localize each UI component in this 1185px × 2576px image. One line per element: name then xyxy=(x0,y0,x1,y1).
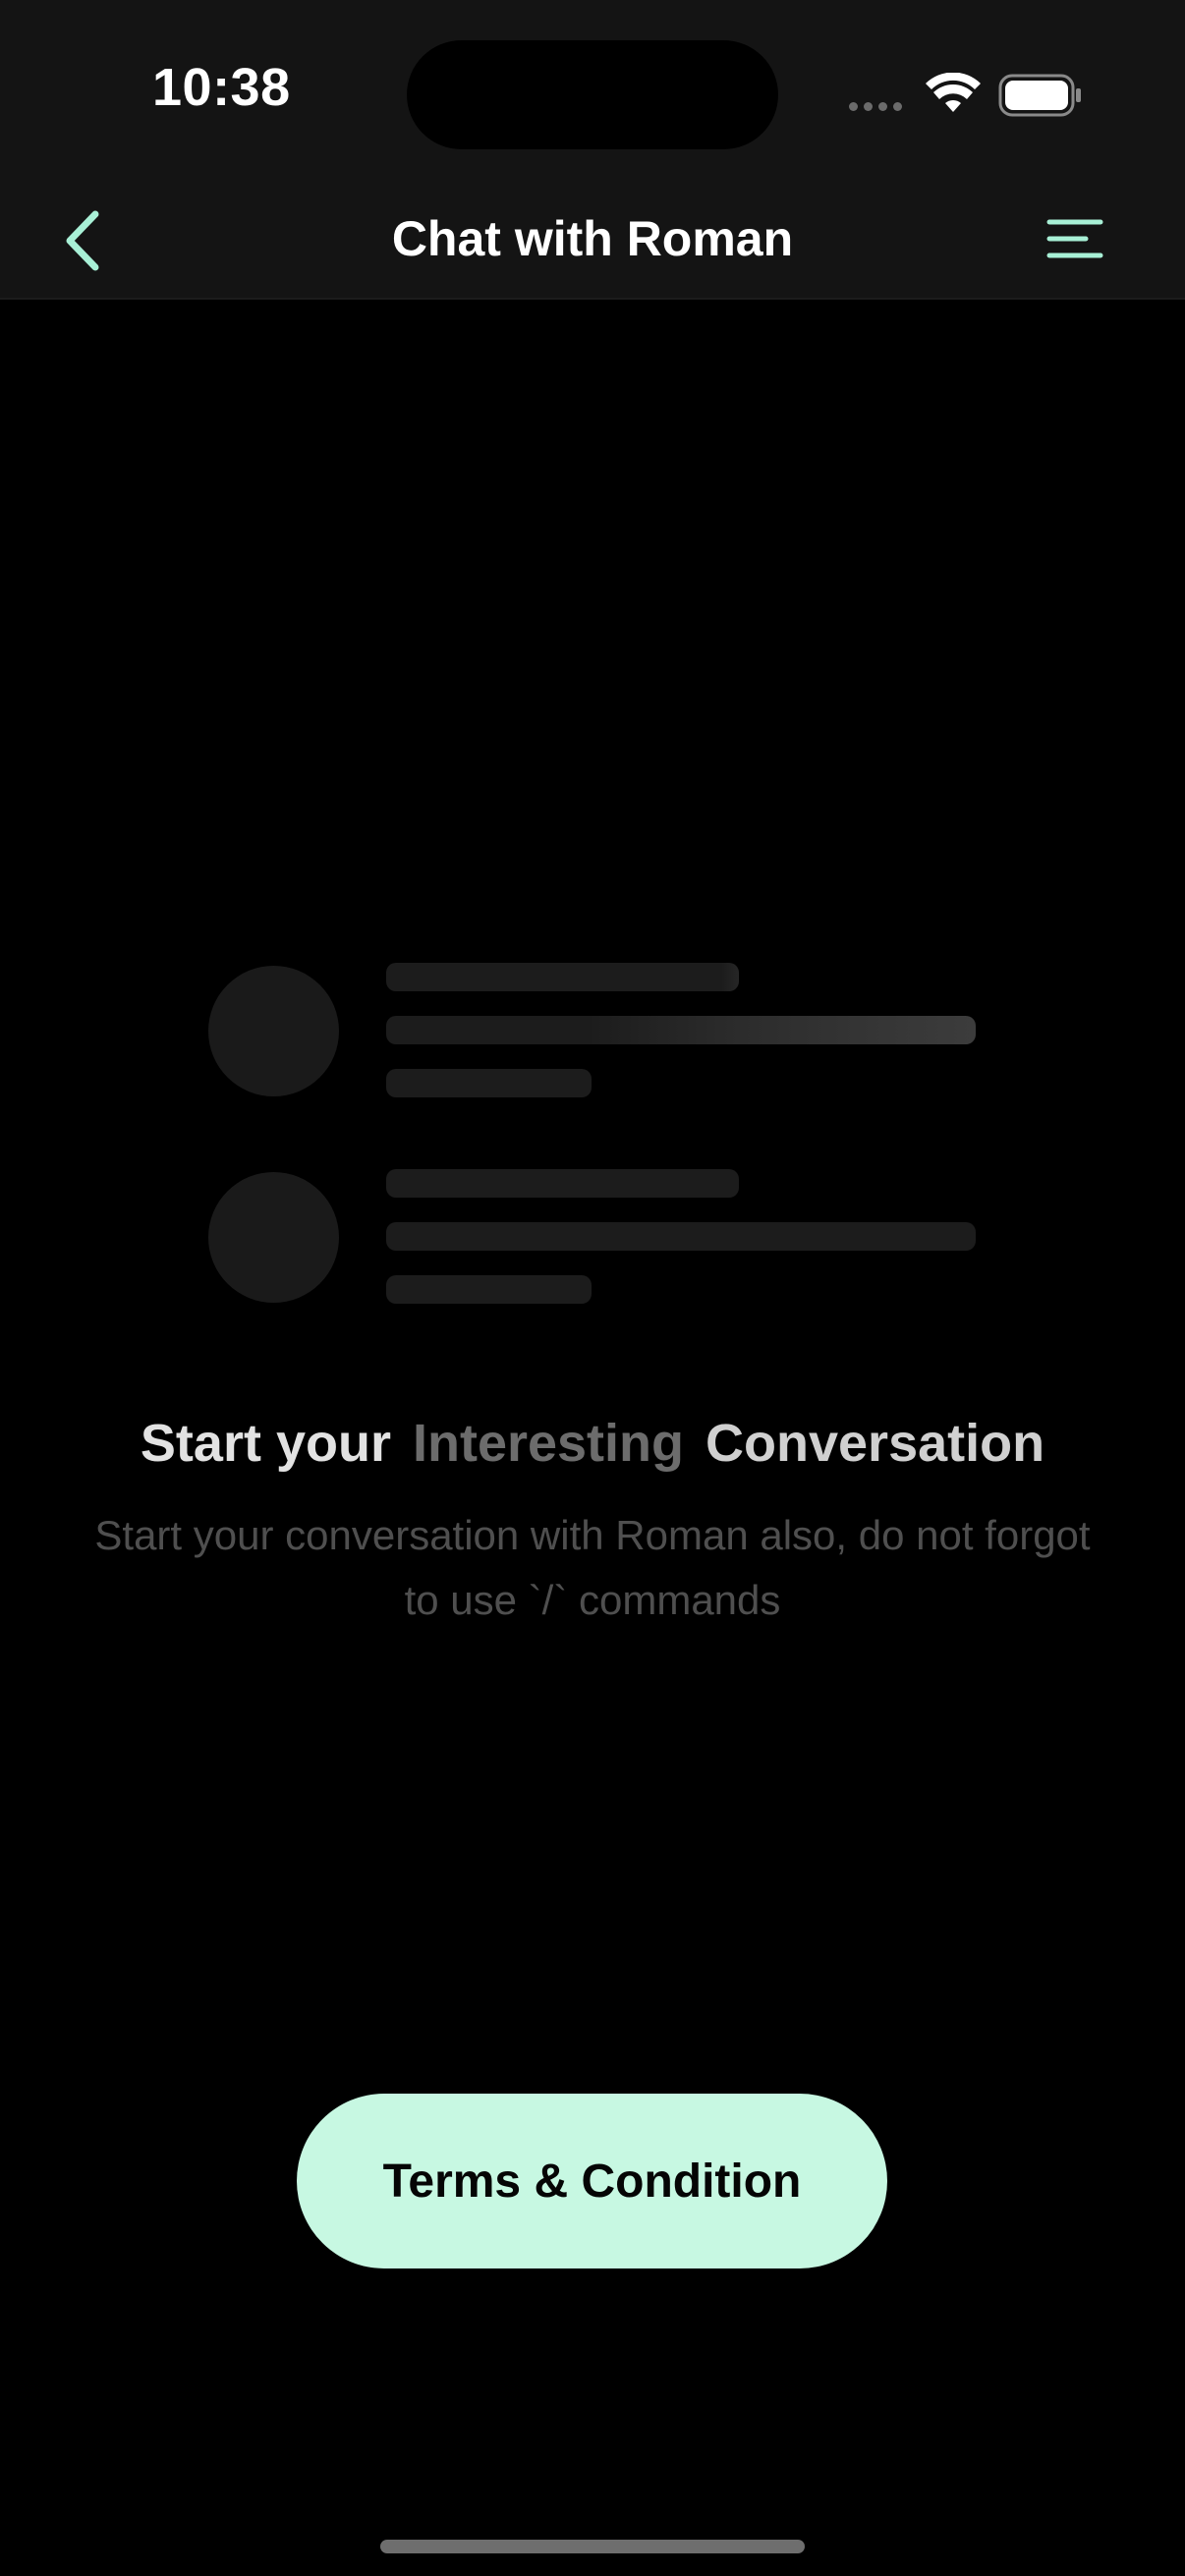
placeholder-avatar xyxy=(208,966,339,1096)
placeholder-line xyxy=(386,1222,976,1251)
placeholder-line xyxy=(386,1016,976,1044)
battery-icon xyxy=(998,74,1081,117)
empty-state-subtitle: Start your conversation with Roman also,… xyxy=(94,1512,1091,1623)
placeholder-line xyxy=(386,1275,592,1304)
placeholder-line xyxy=(386,1169,739,1198)
page-title: Chat with Roman xyxy=(391,211,794,266)
terms-and-condition-button[interactable]: Terms & Condition xyxy=(297,2094,887,2268)
dynamic-island xyxy=(407,40,778,149)
title-highlight: Interesting xyxy=(412,1414,685,1473)
placeholder-avatar xyxy=(208,1172,339,1303)
placeholder-line xyxy=(386,1069,592,1097)
menu-button[interactable] xyxy=(1042,208,1108,269)
title-part: Start your xyxy=(140,1414,391,1473)
placeholder-message-2 xyxy=(208,1167,985,1305)
cellular-signal-icon xyxy=(849,102,902,111)
placeholder-line xyxy=(386,963,739,991)
menu-icon xyxy=(1046,219,1103,258)
placeholder-message-1 xyxy=(208,961,985,1098)
status-time: 10:38 xyxy=(152,58,291,117)
title-part: Conversation xyxy=(705,1414,1045,1473)
chat-placeholder-illustration xyxy=(208,961,985,1305)
wifi-icon xyxy=(926,73,981,112)
home-indicator[interactable] xyxy=(380,2540,805,2553)
top-bar: 10:38 Chat with Roman xyxy=(0,0,1185,300)
empty-state-title: Start your Interesting Conversation xyxy=(0,1413,1185,1474)
